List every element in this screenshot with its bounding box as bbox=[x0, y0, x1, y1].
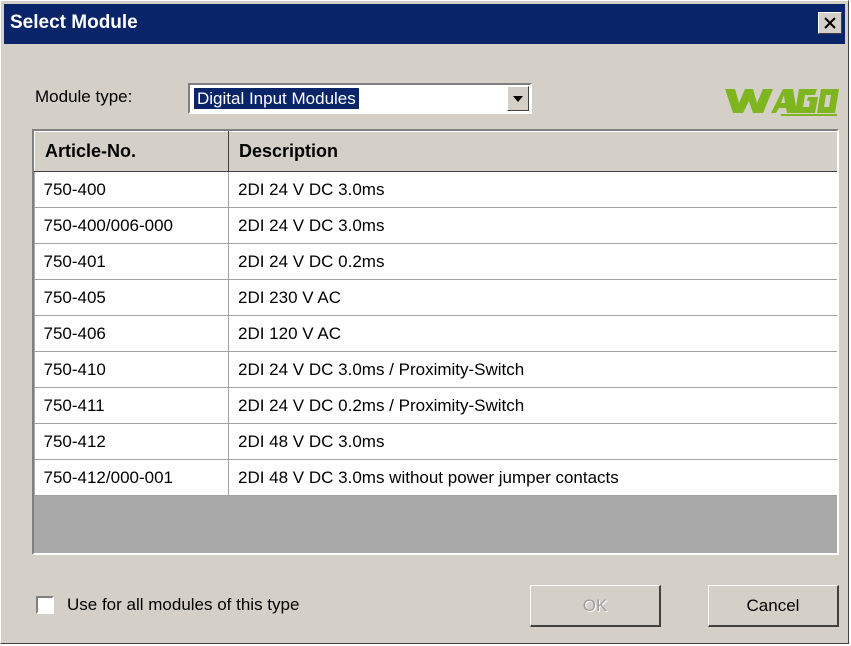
description-cell: 2DI 230 V AC bbox=[228, 279, 837, 316]
description-cell: 2DI 48 V DC 3.0ms without power jumper c… bbox=[228, 459, 837, 496]
description-cell: 2DI 24 V DC 3.0ms bbox=[228, 171, 837, 208]
cancel-button[interactable]: Cancel bbox=[708, 585, 839, 627]
use-for-all-option[interactable]: Use for all modules of this type bbox=[36, 595, 299, 615]
description-cell: 2DI 24 V DC 0.2ms bbox=[228, 243, 837, 280]
article-no-cell: 750-412 bbox=[34, 423, 229, 460]
description-cell: 2DI 24 V DC 3.0ms bbox=[228, 207, 837, 244]
table-row[interactable]: 750-406 2DI 120 V AC bbox=[34, 315, 837, 352]
module-type-label: Module type: bbox=[35, 87, 133, 106]
table-row[interactable]: 750-412/000-001 2DI 48 V DC 3.0ms withou… bbox=[34, 459, 837, 496]
column-header-article-no[interactable]: Article-No. bbox=[34, 131, 229, 172]
description-cell: 2DI 120 V AC bbox=[228, 315, 837, 352]
article-no-cell: 750-406 bbox=[34, 315, 229, 352]
table-row[interactable]: 750-401 2DI 24 V DC 0.2ms bbox=[34, 243, 837, 280]
table-row[interactable]: 750-405 2DI 230 V AC bbox=[34, 279, 837, 316]
description-cell: 2DI 24 V DC 0.2ms / Proximity-Switch bbox=[228, 387, 837, 424]
select-module-dialog: Select Module Module type: Digital Input… bbox=[0, 0, 849, 644]
use-for-all-checkbox[interactable] bbox=[36, 596, 54, 614]
table-header-row: Article-No. Description bbox=[34, 131, 837, 172]
module-type-selected-value: Digital Input Modules bbox=[193, 87, 360, 110]
module-type-select[interactable]: Digital Input Modules bbox=[188, 83, 532, 114]
close-button[interactable] bbox=[818, 12, 842, 34]
window-title: Select Module bbox=[10, 12, 138, 33]
article-no-cell: 750-412/000-001 bbox=[34, 459, 229, 496]
table-row[interactable]: 750-400/006-000 2DI 24 V DC 3.0ms bbox=[34, 207, 837, 244]
article-no-cell: 750-401 bbox=[34, 243, 229, 280]
wago-logo bbox=[725, 89, 839, 116]
description-cell: 2DI 24 V DC 3.0ms / Proximity-Switch bbox=[228, 351, 837, 388]
module-table[interactable]: Article-No. Description 750-400 2DI 24 V… bbox=[32, 129, 839, 555]
article-no-cell: 750-410 bbox=[34, 351, 229, 388]
table-row[interactable]: 750-412 2DI 48 V DC 3.0ms bbox=[34, 423, 837, 460]
use-for-all-label[interactable]: Use for all modules of this type bbox=[67, 595, 299, 615]
close-icon bbox=[824, 17, 836, 29]
article-no-cell: 750-411 bbox=[34, 387, 229, 424]
chevron-down-icon bbox=[513, 95, 523, 102]
ok-button[interactable]: OK bbox=[530, 585, 661, 627]
article-no-cell: 750-405 bbox=[34, 279, 229, 316]
description-cell: 2DI 48 V DC 3.0ms bbox=[228, 423, 837, 460]
column-header-description[interactable]: Description bbox=[228, 131, 837, 172]
title-bar[interactable]: Select Module bbox=[4, 4, 845, 44]
table-row[interactable]: 750-400 2DI 24 V DC 3.0ms bbox=[34, 171, 837, 208]
dropdown-button[interactable] bbox=[507, 86, 529, 111]
article-no-cell: 750-400/006-000 bbox=[34, 207, 229, 244]
table-row[interactable]: 750-410 2DI 24 V DC 3.0ms / Proximity-Sw… bbox=[34, 351, 837, 388]
article-no-cell: 750-400 bbox=[34, 171, 229, 208]
table-row[interactable]: 750-411 2DI 24 V DC 0.2ms / Proximity-Sw… bbox=[34, 387, 837, 424]
